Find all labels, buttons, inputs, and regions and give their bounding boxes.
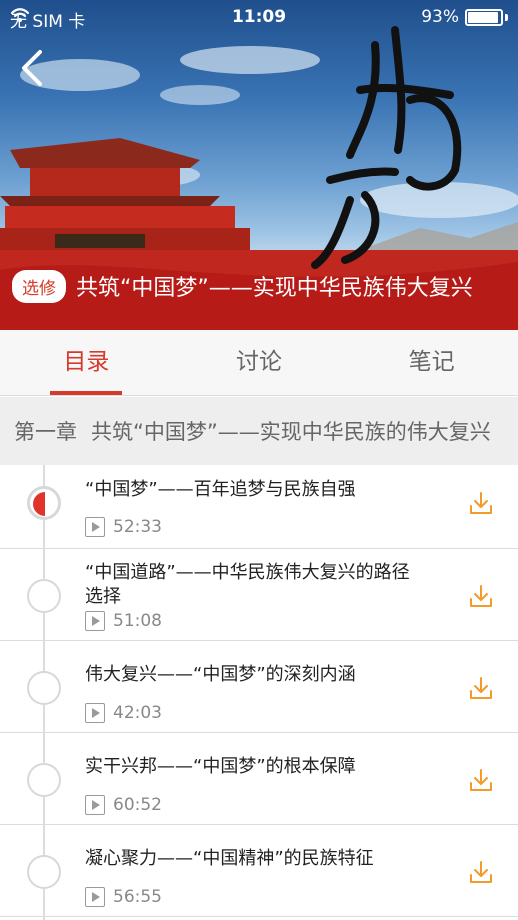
course-header: 选修 共筑“中国梦”——实现中华民族伟大复兴	[12, 266, 508, 306]
lesson-duration: 52:33	[113, 517, 162, 537]
chapter-header[interactable]: 第一章 共筑“中国梦”——实现中华民族的伟大复兴	[0, 397, 518, 465]
play-icon	[85, 795, 105, 815]
battery-icon	[465, 8, 503, 26]
lesson-duration: 60:52	[113, 795, 162, 815]
play-icon	[85, 887, 105, 907]
battery-fill	[468, 11, 498, 23]
lesson-item[interactable]: “中国道路”——中华民族伟大复兴的路径选择 51:08	[0, 549, 518, 641]
tab-notes[interactable]: 笔记	[345, 330, 518, 395]
download-icon[interactable]	[468, 859, 494, 885]
lesson-meta: 51:08	[85, 611, 162, 631]
chapter-title: 共筑“中国梦”——实现中华民族的伟大复兴	[91, 420, 491, 444]
lesson-meta: 60:52	[85, 795, 162, 815]
elective-badge: 选修	[12, 269, 66, 303]
lesson-duration: 56:55	[113, 887, 162, 907]
lesson-meta: 56:55	[85, 887, 162, 907]
lesson-item[interactable]: “中国梦”——百年追梦与民族自强 52:33	[0, 465, 518, 549]
tab-bar: 目录 讨论 笔记	[0, 330, 518, 396]
status-dot	[27, 855, 61, 889]
lesson-meta: 42:03	[85, 703, 162, 723]
battery-indicator: 93%	[421, 7, 508, 27]
download-icon[interactable]	[468, 490, 494, 516]
lesson-list: “中国梦”——百年追梦与民族自强 52:33 “中国道路”——中华民族伟大复兴的…	[0, 465, 518, 917]
download-icon[interactable]	[468, 583, 494, 609]
battery-percent: 93%	[421, 7, 459, 27]
lesson-duration: 51:08	[113, 611, 162, 631]
lesson-item[interactable]: 伟大复兴——“中国梦”的深刻内涵 42:03	[0, 641, 518, 733]
progress-indicator	[27, 486, 61, 520]
status-dot	[27, 579, 61, 613]
hero-banner: 无 SIM 卡 11:09 93% 选修 共筑“中国梦”——实现中华民族伟大复兴	[0, 0, 518, 330]
lesson-meta: 52:33	[85, 517, 162, 537]
download-icon[interactable]	[468, 675, 494, 701]
lesson-item[interactable]: 实干兴邦——“中国梦”的根本保障 60:52	[0, 733, 518, 825]
lesson-title: 实干兴邦——“中国梦”的根本保障	[85, 756, 356, 777]
download-icon[interactable]	[468, 767, 494, 793]
lesson-title: “中国道路”——中华民族伟大复兴的路径选择	[85, 562, 410, 607]
status-bar: 无 SIM 卡 11:09 93%	[0, 0, 518, 36]
status-dot	[27, 763, 61, 797]
chapter-number: 第一章	[14, 420, 77, 444]
status-dot	[27, 671, 61, 705]
lesson-title: 凝心聚力——“中国精神”的民族特征	[85, 848, 374, 869]
lesson-item[interactable]: 凝心聚力——“中国精神”的民族特征 56:55	[0, 825, 518, 917]
play-icon	[85, 703, 105, 723]
lesson-duration: 42:03	[113, 703, 162, 723]
course-detail-screen: 无 SIM 卡 11:09 93% 选修 共筑“中国梦”——实现中华民族伟大复兴…	[0, 0, 518, 920]
lesson-title: “中国梦”——百年追梦与民族自强	[85, 479, 356, 500]
back-arrow-icon	[22, 50, 42, 86]
tab-discussion[interactable]: 讨论	[173, 330, 346, 395]
lesson-title: 伟大复兴——“中国梦”的深刻内涵	[85, 664, 356, 685]
tab-catalog[interactable]: 目录	[0, 330, 173, 395]
back-button[interactable]	[14, 46, 54, 90]
course-title: 共筑“中国梦”——实现中华民族伟大复兴	[76, 276, 473, 301]
play-icon	[85, 517, 105, 537]
play-icon	[85, 611, 105, 631]
battery-tip	[505, 13, 508, 21]
